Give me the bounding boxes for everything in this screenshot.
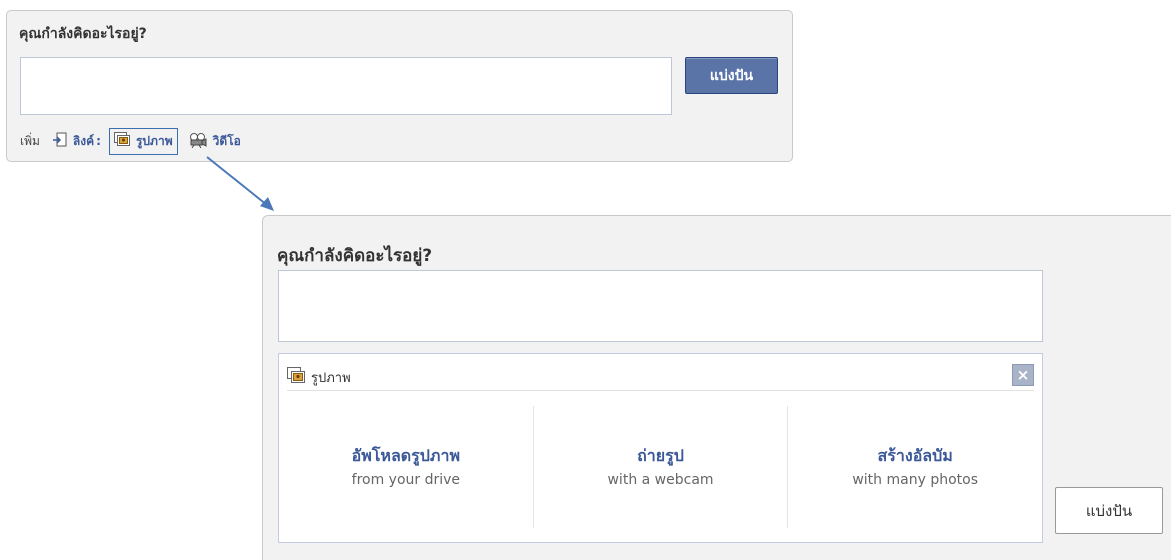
composer-prompt: คุณกำลังคิดอะไรอยู่?: [19, 26, 147, 42]
attach-row: เพิ่ม ลิงค์ : รูปภาพ วิดีโอ: [20, 127, 251, 155]
photo-panel-header: รูปภาพ ×: [287, 364, 1034, 391]
close-icon[interactable]: ×: [1012, 364, 1034, 386]
create-album-option[interactable]: สร้างอัลบัม with many photos: [787, 406, 1042, 528]
status-composer: คุณกำลังคิดอะไรอยู่? แบ่งปัน เพิ่ม ลิงค์…: [6, 10, 793, 162]
upload-photo-title: อัพโหลดรูปภาพ: [351, 446, 460, 465]
create-album-subtitle: with many photos: [852, 472, 978, 488]
attach-link-label: ลิงค์: [72, 133, 95, 148]
expanded-share-button[interactable]: แบ่งปัน: [1055, 487, 1163, 534]
status-input[interactable]: [20, 57, 672, 115]
take-photo-subtitle: with a webcam: [607, 472, 714, 488]
attach-link-colon: :: [96, 134, 101, 148]
take-photo-title: ถ่ายรูป: [637, 446, 684, 465]
attach-photo-label: รูปภาพ: [135, 133, 173, 148]
photo-options: อัพโหลดรูปภาพ from your drive ถ่ายรูป wi…: [279, 406, 1042, 528]
attach-label: เพิ่ม: [20, 133, 40, 148]
link-icon: [52, 132, 68, 151]
video-icon: [188, 132, 208, 151]
attach-video-button[interactable]: วิดีโอ: [188, 132, 241, 151]
photo-panel-title: รูปภาพ: [311, 370, 351, 386]
photo-icon: [113, 132, 131, 150]
attach-link-button[interactable]: ลิงค์ :: [52, 132, 101, 151]
expanded-status-input[interactable]: [278, 270, 1043, 342]
photo-panel: รูปภาพ × อัพโหลดรูปภาพ from your drive ถ…: [278, 353, 1043, 543]
attach-photo-button[interactable]: รูปภาพ: [108, 127, 178, 155]
expanded-composer: คุณกำลังคิดอะไรอยู่? รูปภาพ × อัพโหลดรูป…: [262, 215, 1171, 560]
share-button[interactable]: แบ่งปัน: [685, 57, 778, 94]
upload-photo-option[interactable]: อัพโหลดรูปภาพ from your drive: [279, 406, 533, 528]
create-album-title: สร้างอัลบัม: [877, 446, 953, 465]
upload-photo-subtitle: from your drive: [351, 472, 461, 488]
photo-icon: [287, 366, 306, 388]
expanded-prompt: คุณกำลังคิดอะไรอยู่?: [277, 246, 433, 266]
attach-video-label: วิดีโอ: [212, 133, 241, 148]
take-photo-option[interactable]: ถ่ายรูป with a webcam: [532, 406, 788, 528]
